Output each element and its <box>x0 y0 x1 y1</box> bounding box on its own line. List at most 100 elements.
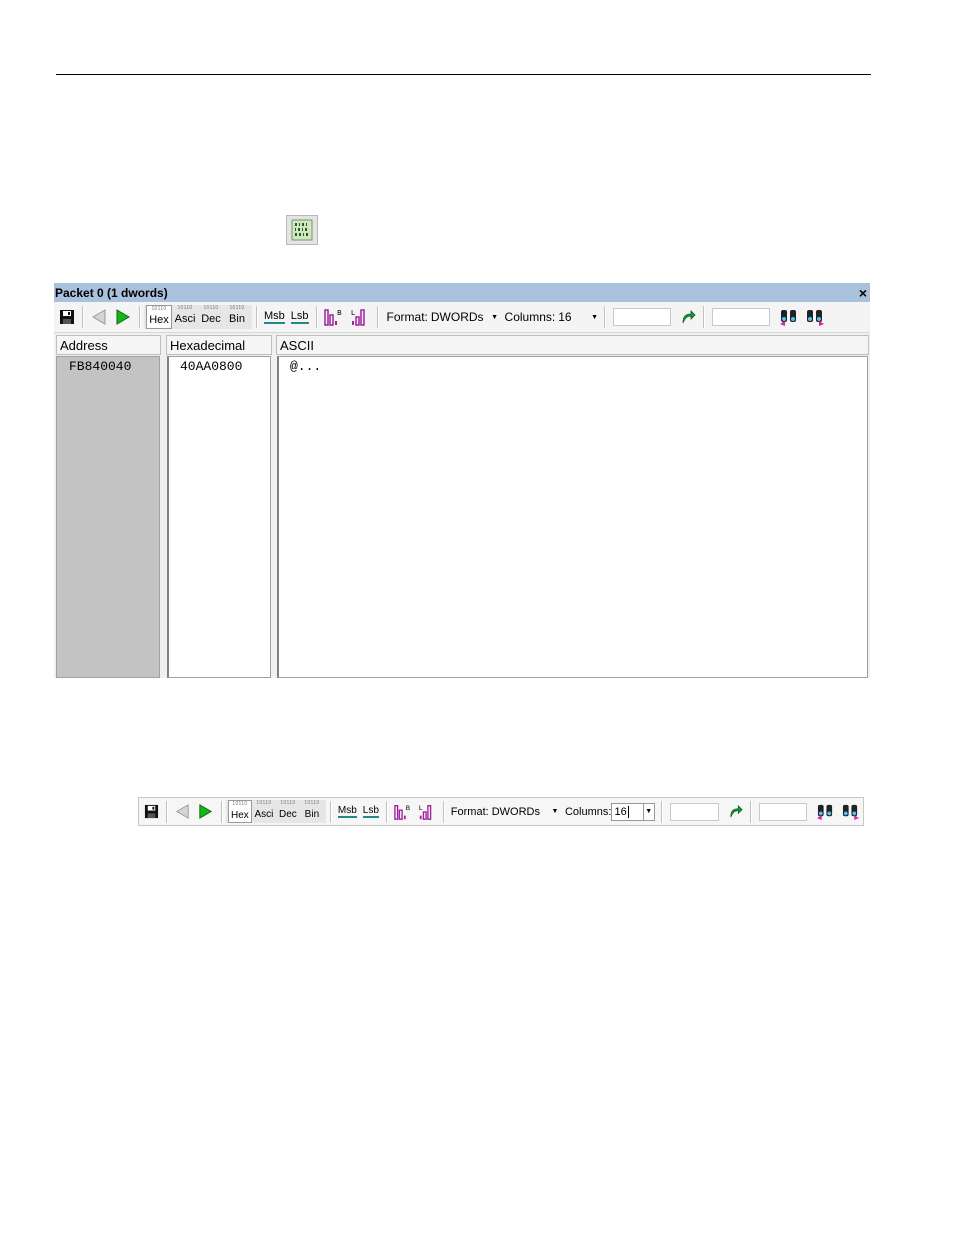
format-value: DWORDs <box>430 310 484 324</box>
columns-dropdown[interactable]: 16 ▼ <box>611 802 655 821</box>
save-button[interactable] <box>56 305 78 329</box>
find-prev-icon <box>779 310 796 326</box>
svg-text:B: B <box>337 309 342 317</box>
goto-button[interactable] <box>725 800 746 824</box>
dropdown-arrow-icon: ▼ <box>642 803 654 820</box>
find-previous-button[interactable] <box>813 800 838 824</box>
display-format-group: 10110 Hex 10110 Asci 10110 Dec 10110 Bin <box>225 800 326 823</box>
toolbar-separator <box>220 800 222 823</box>
svg-text:L: L <box>351 309 355 317</box>
goto-button[interactable] <box>677 305 699 329</box>
dropdown-arrow-icon: ▼ <box>591 313 599 321</box>
lsb-button[interactable]: Lsb <box>360 800 382 824</box>
dropdown-arrow-icon: ▼ <box>551 808 559 815</box>
previous-packet-button[interactable] <box>171 800 194 824</box>
lsb-button[interactable]: Lsb <box>288 305 312 329</box>
lsb-icon: Lsb <box>290 309 309 324</box>
hex-format-button[interactable]: 10110 Hex <box>146 305 172 329</box>
bit-order-icon: B <box>323 309 342 326</box>
ascii-format-button[interactable]: 10110 Asci <box>252 800 276 823</box>
format-label: Hex <box>231 810 249 821</box>
format-label: Dec <box>279 809 297 820</box>
hexadecimal-pane[interactable]: 40AA0800 <box>167 356 271 678</box>
toolbar-separator <box>329 800 331 823</box>
columns-dropdown[interactable]: 16 ▼ <box>558 308 599 326</box>
window-titlebar: Packet 0 (1 dwords) × <box>54 283 870 302</box>
bit-order-button[interactable]: B <box>321 305 347 329</box>
format-label: Format: <box>450 805 489 818</box>
save-icon <box>60 310 74 324</box>
msb-button[interactable]: Msb <box>261 305 288 329</box>
find-previous-button[interactable] <box>776 305 802 329</box>
bits-label: 10110 <box>304 800 320 806</box>
toolbar-separator <box>166 800 167 823</box>
forward-arrow-icon <box>116 309 130 325</box>
bits-label: 10110 <box>256 800 272 806</box>
find-next-button[interactable] <box>838 800 863 824</box>
page-rule <box>56 74 871 75</box>
bits-label: 10110 <box>203 305 219 311</box>
hex-cell: 40AA0800 <box>180 359 243 374</box>
ascii-column-header[interactable]: ASCII <box>276 335 869 355</box>
next-packet-button[interactable] <box>111 305 135 329</box>
toolbar-separator <box>385 800 387 823</box>
format-label: Asci <box>174 313 196 325</box>
find-next-button[interactable] <box>802 305 828 329</box>
back-arrow-icon <box>92 309 106 325</box>
hexadecimal-column-header[interactable]: Hexadecimal <box>166 335 272 355</box>
dec-format-button[interactable]: 10110 Dec <box>276 800 300 823</box>
search-input[interactable] <box>711 308 770 326</box>
toolbar-separator <box>82 306 83 328</box>
ascii-format-button[interactable]: 10110 Asci <box>172 305 198 329</box>
next-packet-button[interactable] <box>194 800 217 824</box>
find-next-icon <box>842 804 860 820</box>
format-value: DWORDs <box>491 805 540 818</box>
msb-button[interactable]: Msb <box>335 800 360 824</box>
goto-arrow-icon <box>730 804 743 818</box>
ascii-cell: @... <box>290 359 322 374</box>
address-pane[interactable]: FB840040 <box>56 356 160 678</box>
format-label: Bin <box>229 313 245 325</box>
toolbar-separator <box>256 306 257 328</box>
bin-format-button[interactable]: 10110 Bin <box>224 305 250 329</box>
find-next-icon <box>806 310 824 326</box>
previous-packet-button[interactable] <box>87 305 111 329</box>
column-headers: Address Hexadecimal ASCII <box>54 335 870 355</box>
hex-format-button[interactable]: 10110 Hex <box>227 800 252 823</box>
byte-order-button[interactable]: L <box>347 305 373 329</box>
bits-label: 10110 <box>280 800 296 806</box>
address-column-header[interactable]: Address <box>56 335 161 355</box>
bit-order-button[interactable]: B <box>391 800 415 824</box>
bit-order-icon: B <box>394 804 410 820</box>
packet-window: Packet 0 (1 dwords) × 10110 Hex 10110 As… <box>54 283 870 678</box>
packet-view-icon <box>286 215 318 245</box>
bits-label: 10110 <box>232 801 248 807</box>
dec-format-button[interactable]: 10110 Dec <box>198 305 224 329</box>
goto-input[interactable] <box>612 308 671 326</box>
byte-order-button[interactable]: L <box>415 800 439 824</box>
toolbar-separator <box>315 306 317 328</box>
bits-label: 10110 <box>177 305 193 311</box>
byte-order-icon: L <box>351 309 365 326</box>
toolbar-separator <box>442 800 444 823</box>
save-icon <box>144 804 159 819</box>
columns-value[interactable]: 16 <box>614 805 629 818</box>
close-button[interactable]: × <box>859 286 867 300</box>
bin-format-button[interactable]: 10110 Bin <box>300 800 324 823</box>
msb-icon: Msb <box>337 804 357 818</box>
format-label: Dec <box>201 313 221 325</box>
toolbar-separator <box>376 306 378 328</box>
format-label: Bin <box>304 809 320 820</box>
format-dropdown[interactable]: DWORDs ▼ <box>431 308 500 326</box>
goto-arrow-icon <box>682 310 696 324</box>
find-prev-icon <box>817 804 833 820</box>
bits-label: 10110 <box>151 306 167 312</box>
goto-input[interactable] <box>669 802 720 821</box>
format-label: Hex <box>149 314 169 326</box>
search-input[interactable] <box>759 802 808 821</box>
save-button[interactable] <box>141 800 162 824</box>
toolbar-separator <box>750 800 752 823</box>
window-title: Packet 0 (1 dwords) <box>55 285 168 300</box>
format-dropdown[interactable]: DWORDs ▼ <box>492 803 560 821</box>
ascii-pane[interactable]: @... <box>277 356 868 678</box>
